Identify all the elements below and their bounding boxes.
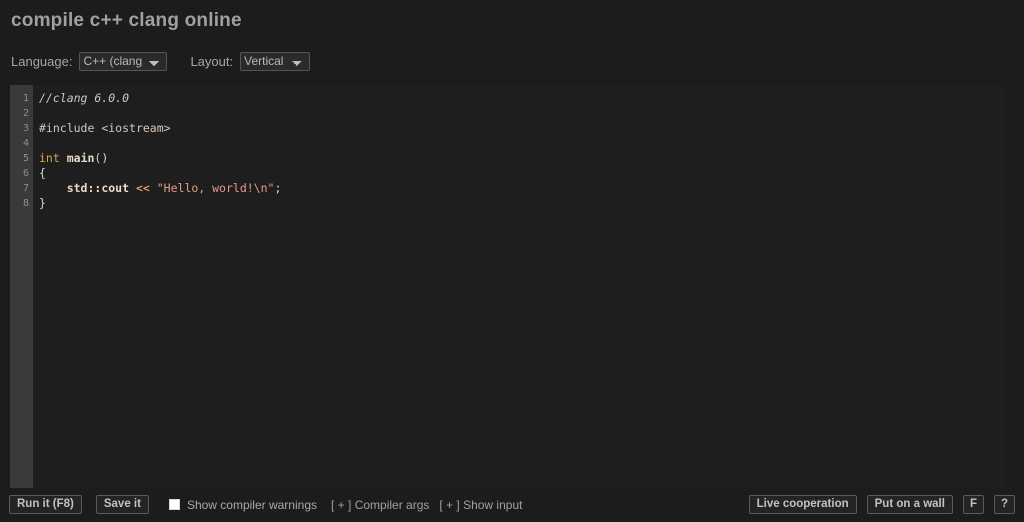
code-token-space — [60, 151, 67, 165]
page-title: compile c++ clang online — [11, 10, 242, 32]
code-editor-panel[interactable]: 1 2 3 4 5 6 7 8 //clang 6.0.0 #include <… — [10, 85, 1005, 488]
code-line: #include <iostream> — [39, 121, 1005, 136]
line-number: 6 — [10, 166, 33, 181]
line-number: 3 — [10, 121, 33, 136]
line-number: 7 — [10, 181, 33, 196]
expand-icon: [ + ] — [331, 498, 351, 512]
editor-line-number-gutter: 1 2 3 4 5 6 7 8 — [10, 85, 33, 488]
show-input-toggle[interactable]: [ + ] Show input — [439, 498, 522, 512]
code-line-blank — [39, 136, 1005, 151]
code-line: std::cout << "Hello, world!\n"; — [39, 181, 1005, 196]
line-number: 2 — [10, 106, 33, 121]
options-bar: Language: C++ (clang) Layout: Vertical — [11, 52, 310, 71]
code-token-stream-object: std::cout — [67, 181, 129, 195]
code-token-string-literal: "Hello, world!\n" — [157, 181, 275, 195]
help-button[interactable]: ? — [994, 495, 1015, 514]
run-button[interactable]: Run it (F8) — [9, 495, 82, 514]
code-token-comment: //clang 6.0.0 — [39, 91, 129, 105]
show-compiler-warnings-label: Show compiler warnings — [187, 498, 317, 512]
layout-select[interactable]: Vertical — [240, 52, 310, 71]
line-number: 4 — [10, 136, 33, 151]
language-select[interactable]: C++ (clang) — [79, 52, 167, 71]
code-token-stream-operator: << — [136, 181, 150, 195]
code-token-space — [150, 181, 157, 195]
code-token-parens: () — [94, 151, 108, 165]
code-token-space — [129, 181, 136, 195]
put-on-a-wall-button[interactable]: Put on a wall — [867, 495, 953, 514]
show-compiler-warnings-checkbox[interactable] — [169, 499, 180, 510]
code-line: { — [39, 166, 1005, 181]
layout-label: Layout: — [190, 54, 233, 69]
code-token-brace-close: } — [39, 196, 46, 210]
code-line: } — [39, 196, 1005, 211]
language-label: Language: — [11, 54, 72, 69]
bottom-toolbar: Run it (F8) Save it Show compiler warnin… — [0, 492, 1024, 522]
code-token-include-header: <iostream> — [101, 121, 170, 135]
code-token-semicolon: ; — [274, 181, 281, 195]
code-token-include-directive: #include — [39, 121, 94, 135]
save-button[interactable]: Save it — [96, 495, 149, 514]
line-number: 8 — [10, 196, 33, 211]
fullscreen-button[interactable]: F — [963, 495, 984, 514]
compiler-args-label: Compiler args — [355, 498, 430, 512]
toolbar-right-group: Live cooperation Put on a wall F ? — [749, 495, 1015, 514]
compiler-args-toggle[interactable]: [ + ] Compiler args — [331, 498, 429, 512]
code-line-blank — [39, 106, 1005, 121]
code-token-keyword-int: int — [39, 151, 60, 165]
line-number: 5 — [10, 151, 33, 166]
editor-code-area[interactable]: //clang 6.0.0 #include <iostream> int ma… — [33, 85, 1005, 488]
code-line: //clang 6.0.0 — [39, 91, 1005, 106]
expand-icon: [ + ] — [439, 498, 459, 512]
toolbar-left-group: Run it (F8) Save it Show compiler warnin… — [9, 495, 522, 514]
code-token-brace-open: { — [39, 166, 46, 180]
line-number: 1 — [10, 91, 33, 106]
code-indent — [39, 181, 67, 195]
code-line: int main() — [39, 151, 1005, 166]
code-token-function-main: main — [67, 151, 95, 165]
show-compiler-warnings-control[interactable]: Show compiler warnings — [169, 498, 317, 512]
show-input-label: Show input — [463, 498, 522, 512]
live-cooperation-button[interactable]: Live cooperation — [749, 495, 857, 514]
